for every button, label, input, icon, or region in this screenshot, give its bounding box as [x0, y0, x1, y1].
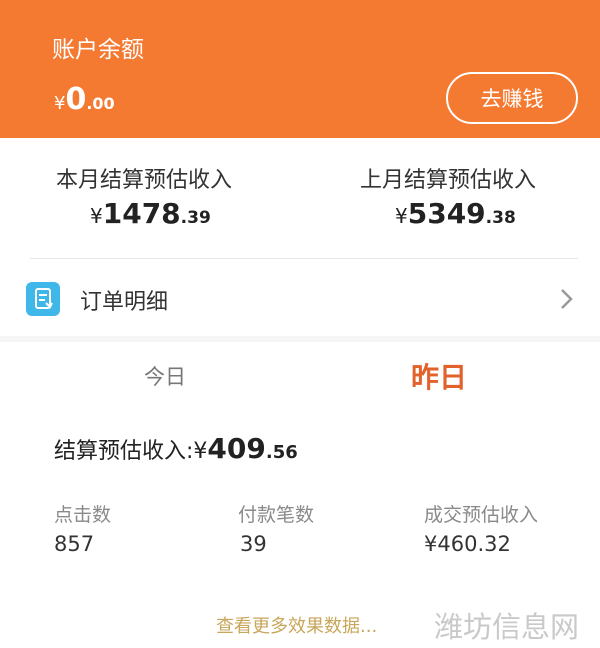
tab-today[interactable]: 今日 — [110, 352, 220, 400]
payments-value: 39 — [240, 532, 267, 556]
clicks-value: 857 — [54, 532, 95, 556]
this-month-label: 本月结算预估收入 — [56, 168, 233, 193]
payments-label: 付款笔数 — [238, 504, 315, 526]
this-month-integer: 1478 — [102, 197, 181, 230]
balance-integer: 0 — [65, 82, 87, 117]
clicks-label: 点击数 — [54, 504, 112, 526]
tab-yesterday[interactable]: 昨日 — [384, 352, 494, 400]
balance-currency: ¥ — [54, 93, 66, 114]
settlement-integer: 409 — [207, 432, 266, 465]
watermark: 潍坊信息网 — [434, 610, 580, 644]
balance-header: 账户余额 ¥0.00 去赚钱 — [0, 0, 600, 138]
balance-amount: ¥0.00 — [54, 82, 115, 117]
this-month-currency: ¥ — [90, 204, 103, 228]
deal-estimate-value: ¥460.32 — [424, 532, 511, 556]
order-details-label: 订单明细 — [80, 290, 169, 315]
this-month-decimal: .39 — [180, 208, 211, 228]
deal-estimate-label: 成交预估收入 — [424, 504, 539, 526]
balance-title: 账户余额 — [52, 37, 144, 63]
last-month-integer: 5349 — [407, 197, 486, 230]
chevron-right-icon — [555, 286, 579, 312]
order-details-row[interactable]: 订单明细 — [0, 262, 600, 336]
last-month-decimal: .38 — [485, 208, 516, 228]
settlement-currency: ¥ — [193, 439, 208, 464]
order-document-icon — [26, 282, 60, 316]
settlement-label: 结算预估收入: — [54, 439, 194, 464]
balance-decimal: .00 — [86, 94, 115, 113]
view-more-data-link[interactable]: 查看更多效果数据... — [216, 612, 377, 638]
last-month-label: 上月结算预估收入 — [360, 168, 537, 193]
section-gap — [0, 336, 600, 342]
this-month-value: ¥1478.39 — [90, 197, 211, 230]
last-month-value: ¥5349.38 — [395, 197, 516, 230]
earn-money-button[interactable]: 去赚钱 — [446, 72, 578, 124]
divider — [30, 258, 578, 259]
settlement-decimal: .56 — [265, 442, 298, 463]
last-month-currency: ¥ — [395, 204, 408, 228]
settlement-estimate: 结算预估收入:¥409.56 — [54, 432, 298, 465]
